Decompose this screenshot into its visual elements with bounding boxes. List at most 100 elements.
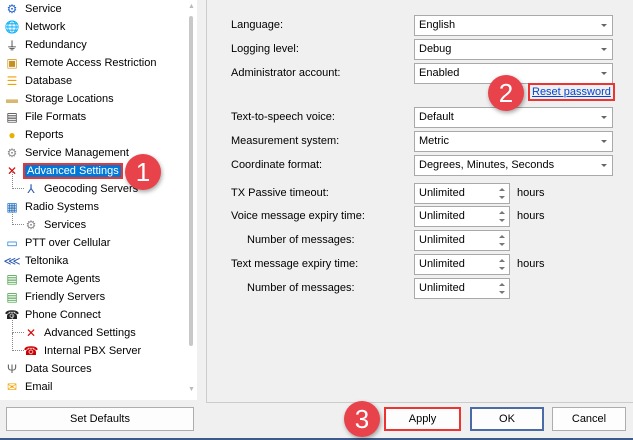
text-expiry-spinner[interactable]: Unlimited — [414, 254, 510, 275]
gear-icon: ⚙ — [6, 146, 18, 160]
tree-item-label: Geocoding Servers — [44, 183, 139, 195]
tree-item-label: Remote Access Restriction — [25, 57, 157, 69]
globe-icon: 🌐 — [4, 20, 20, 34]
tx-timeout-value: Unlimited — [419, 187, 465, 199]
text-count-label: Number of messages: — [247, 282, 355, 294]
tree-item-label: Redundancy — [25, 39, 87, 51]
tree-item[interactable]: ▭ PTT over Cellular — [4, 234, 110, 252]
tree-item-label: Email — [25, 381, 53, 393]
set-defaults-button[interactable]: Set Defaults — [6, 407, 194, 431]
tree-item[interactable]: ☎ Internal PBX Server — [23, 342, 142, 360]
tree-item[interactable]: ☰ Database — [4, 72, 72, 90]
gear-icon: ⚙ — [25, 218, 37, 232]
plug-icon: ⏚ — [5, 38, 18, 53]
tree-item-label: Reports — [25, 129, 64, 141]
server-icon: ▤ — [6, 290, 18, 304]
chevron-down-icon — [601, 72, 607, 75]
ok-button[interactable]: OK — [470, 407, 544, 431]
scrollbar-thumb[interactable] — [189, 16, 193, 346]
logging-level-value: Debug — [419, 43, 452, 55]
settings-tree: ⚙ Service 🌐 Network ⏚ Redundancy ▣ Remote Acces… — [0, 0, 197, 400]
tree-item[interactable]: ✉ Email — [4, 378, 53, 396]
tree-item[interactable]: ✕ Advanced Settings — [23, 324, 136, 342]
spin-up-icon[interactable] — [499, 235, 505, 238]
tree-item-label: SMS Notification — [25, 399, 106, 400]
tree-item[interactable]: ⋘ Teltonika — [3, 252, 68, 270]
apply-button[interactable]: Apply — [384, 407, 461, 431]
voice-expiry-spinner[interactable]: Unlimited — [414, 206, 510, 227]
voice-expiry-value: Unlimited — [419, 210, 465, 222]
spin-up-icon[interactable] — [499, 283, 505, 286]
tree-item-label: Remote Agents — [25, 273, 101, 285]
tx-timeout-spinner[interactable]: Unlimited — [414, 183, 510, 204]
tree-item[interactable]: ⚙ Service — [4, 0, 62, 18]
tree-item[interactable]: ⚙ Services — [23, 216, 87, 234]
tx-timeout-label: TX Passive timeout: — [231, 187, 329, 199]
tts-voice-value: Default — [419, 111, 454, 123]
scroll-up-icon[interactable]: ▲ — [188, 3, 195, 10]
spin-down-icon[interactable] — [499, 243, 505, 246]
chevron-down-icon — [601, 140, 607, 143]
tree-item[interactable]: ▬ Storage Locations — [4, 90, 114, 108]
reset-password-link[interactable]: Reset password — [528, 83, 615, 101]
tts-voice-select[interactable]: Default — [414, 107, 613, 128]
tree-item[interactable]: 🌐 Network — [4, 18, 66, 36]
tree-item[interactable]: ▤ Friendly Servers — [4, 288, 105, 306]
tree-item-label: Advanced Settings — [44, 327, 136, 339]
tree-item-label: Service — [25, 3, 62, 15]
coordinate-format-value: Degrees, Minutes, Seconds — [419, 159, 555, 171]
text-count-spinner[interactable]: Unlimited — [414, 278, 510, 299]
tree-item[interactable]: ● Reports — [4, 126, 64, 144]
logging-level-label: Logging level: — [231, 43, 299, 55]
spin-down-icon[interactable] — [499, 196, 505, 199]
voice-expiry-label: Voice message expiry time: — [231, 210, 365, 222]
spin-down-icon[interactable] — [499, 291, 505, 294]
tree-item[interactable]: ▤ Remote Agents — [4, 270, 100, 288]
usb-icon: Ψ — [6, 362, 18, 376]
gears-icon: ⚙ — [6, 2, 18, 16]
text-expiry-value: Unlimited — [419, 258, 465, 270]
voice-count-spinner[interactable]: Unlimited — [414, 230, 510, 251]
tree-item-label: Friendly Servers — [25, 291, 106, 303]
folder-icon: ▬ — [6, 92, 18, 106]
tree-item-label: Advanced Settings — [23, 163, 123, 179]
spin-up-icon[interactable] — [499, 211, 505, 214]
admin-account-value: Enabled — [419, 67, 460, 79]
tree-item[interactable]: ✉ SMS Notification — [4, 396, 106, 400]
logging-level-select[interactable]: Debug — [414, 39, 613, 60]
tree-item[interactable]: ▣ Remote Access Restriction — [4, 54, 156, 72]
text-expiry-label: Text message expiry time: — [231, 258, 359, 270]
tree-item-label: Service Management — [25, 147, 129, 159]
lock-document-icon: ▣ — [6, 56, 18, 70]
tree-item[interactable]: ⅄ Geocoding Servers — [23, 180, 138, 198]
voice-count-value: Unlimited — [419, 234, 465, 246]
language-value: English — [419, 19, 456, 31]
spin-up-icon[interactable] — [499, 188, 505, 191]
tree-scrollbar[interactable]: ▲ ▼ — [186, 0, 197, 400]
tree-item-label: Phone Connect — [25, 309, 101, 321]
chevron-down-icon — [601, 24, 607, 27]
spin-down-icon[interactable] — [499, 219, 505, 222]
phone-blocked-icon: ☎ — [23, 344, 39, 358]
devices-icon: ▭ — [6, 236, 18, 250]
tree-item[interactable]: ⏚ Redundancy — [4, 36, 87, 54]
scroll-down-icon[interactable]: ▼ — [188, 386, 195, 393]
tree-item-label: Radio Systems — [25, 201, 99, 213]
text-expiry-unit: hours — [517, 258, 545, 270]
tree-item[interactable]: ⚙ Service Management — [4, 144, 129, 162]
coordinate-format-select[interactable]: Degrees, Minutes, Seconds — [414, 155, 613, 176]
measurement-select[interactable]: Metric — [414, 131, 613, 152]
voice-count-label: Number of messages: — [247, 234, 355, 246]
cancel-button[interactable]: Cancel — [552, 407, 626, 431]
tree-item[interactable]: Ψ Data Sources — [4, 360, 92, 378]
server-icon: ▤ — [6, 272, 18, 286]
coordinate-format-label: Coordinate format: — [231, 159, 323, 171]
spin-up-icon[interactable] — [499, 259, 505, 262]
step-badge-2: 2 — [488, 75, 524, 111]
voice-expiry-unit: hours — [517, 210, 545, 222]
language-select[interactable]: English — [414, 15, 613, 36]
sms-icon: ✉ — [4, 397, 20, 400]
tree-item[interactable]: ▤ File Formats — [4, 108, 86, 126]
spin-down-icon[interactable] — [499, 267, 505, 270]
step-badge-3: 3 — [344, 401, 380, 437]
